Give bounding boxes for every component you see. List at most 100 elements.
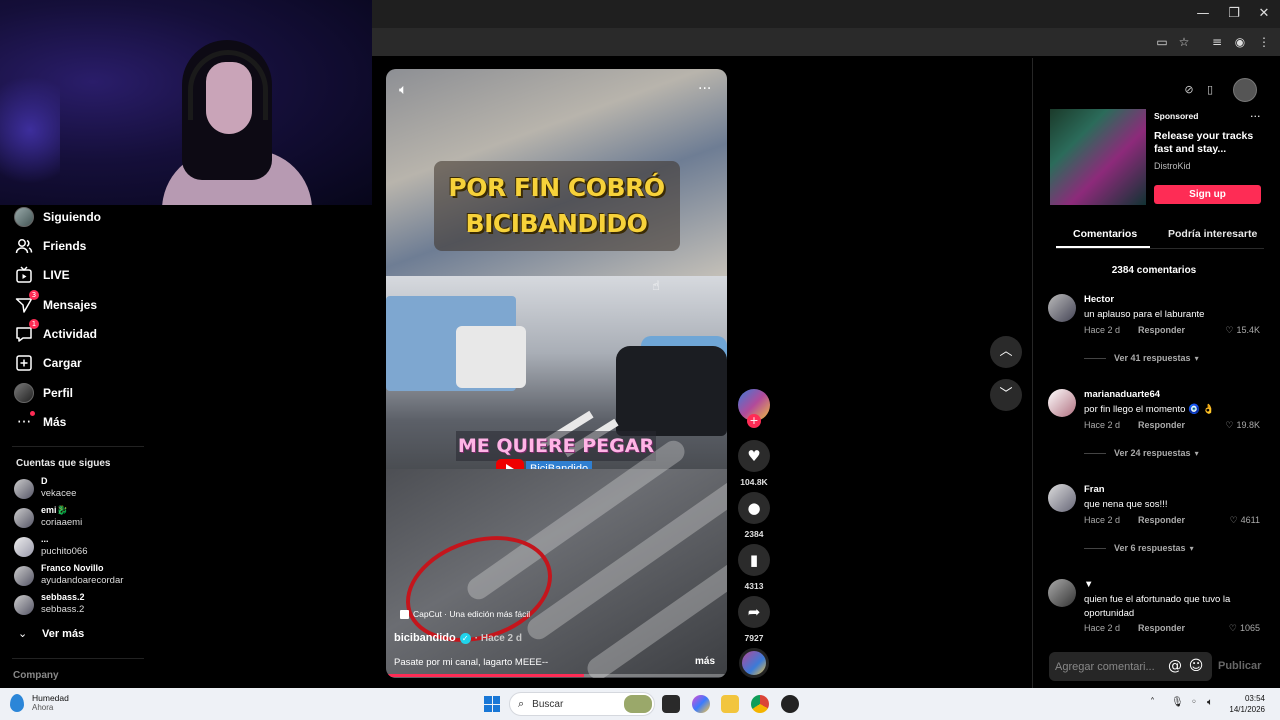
microphone-icon[interactable]: 🎙︎: [1171, 697, 1184, 708]
following-account[interactable]: ... puchito066: [14, 534, 154, 560]
ad-thumbnail[interactable]: [1050, 109, 1146, 205]
nav-label: Siguiendo: [43, 210, 101, 224]
browser-profile-icon[interactable]: ◉: [1231, 33, 1249, 51]
company-link[interactable]: Company: [13, 670, 59, 681]
publish-button[interactable]: Publicar: [1218, 660, 1261, 672]
avatar[interactable]: [1048, 389, 1076, 417]
tab-comments[interactable]: Comentarios: [1073, 228, 1137, 240]
view-replies-button[interactable]: Ver 6 respuestas ▾: [1084, 543, 1194, 553]
system-clock[interactable]: 03:54 14/1/2026: [1225, 693, 1265, 715]
comment-username[interactable]: marianaduarte64: [1084, 389, 1160, 400]
nav-perfil[interactable]: Perfil: [14, 382, 73, 404]
comment-username[interactable]: ▼: [1084, 579, 1093, 590]
comment-count: 2384 comentarios: [1111, 265, 1197, 276]
like-count: 104.8K: [740, 477, 768, 487]
messages-icon: 3: [14, 290, 39, 315]
chrome-icon[interactable]: [751, 695, 769, 713]
comment-like-button[interactable]: ♡ 15.4K: [1225, 325, 1260, 336]
windows-start-icon[interactable]: [484, 696, 500, 712]
chevron-down-icon: ⌄: [18, 627, 28, 640]
follow-plus-icon[interactable]: +: [747, 414, 761, 428]
network-icon[interactable]: ◦: [1191, 697, 1197, 708]
nav-live[interactable]: LIVE: [14, 264, 70, 286]
following-account[interactable]: sebbass.2 sebbass.2: [14, 592, 154, 618]
following-account[interactable]: Franco Novillo ayudandoarecordar: [14, 563, 154, 589]
minimize-button[interactable]: —: [1188, 4, 1218, 24]
reply-button[interactable]: Responder: [1138, 325, 1185, 335]
video-player[interactable]: POR FIN COBRÓ BICIBANDIDO ME QUIERE PEGA…: [386, 69, 727, 678]
live-icon: [14, 265, 34, 285]
comment-like-count: 4611: [1240, 515, 1260, 525]
comment-like-button[interactable]: ♡ 4611: [1230, 515, 1260, 526]
ad-more-icon[interactable]: ···: [1250, 110, 1261, 123]
share-button[interactable]: ➦: [738, 596, 770, 628]
recording-app-icon[interactable]: [781, 695, 799, 713]
comment-username[interactable]: Hector: [1084, 294, 1114, 305]
browser-menu-icon[interactable]: ⋮: [1255, 33, 1273, 51]
comment-username[interactable]: Fran: [1084, 484, 1105, 495]
nav-siguiendo[interactable]: Siguiendo: [14, 206, 101, 228]
avatar[interactable]: [1048, 579, 1076, 607]
avatar[interactable]: [1048, 484, 1076, 512]
volume-tray-icon[interactable]: 🔈︎: [1207, 697, 1213, 708]
comment-like-count: 1065: [1239, 623, 1260, 633]
close-window-button[interactable]: ✕: [1249, 4, 1279, 24]
video-more-icon[interactable]: ···: [698, 81, 711, 97]
nav-cargar[interactable]: Cargar: [14, 352, 82, 374]
save-button[interactable]: ▮: [738, 544, 770, 576]
weather-widget[interactable]: Humedad Ahora: [10, 693, 69, 712]
description-more-button[interactable]: más: [695, 656, 715, 667]
capcut-text: CapCut · Una edición más fácil: [413, 609, 531, 619]
video-caption-line2: BICIBANDIDO: [465, 209, 648, 238]
see-more-button[interactable]: ⌄ Ver más: [18, 627, 84, 640]
user-avatar[interactable]: [1233, 78, 1257, 102]
emoji-icon[interactable]: ☺: [1187, 657, 1205, 675]
video-caption-line1: POR FIN COBRÓ: [448, 173, 665, 202]
nav-friends[interactable]: Friends: [14, 235, 86, 257]
save-count: 4313: [744, 581, 764, 591]
browser-toolbar: ▭ ☆ ≡ ◉ ⋮: [372, 28, 1280, 56]
tray-chevron-icon[interactable]: ˄: [1150, 697, 1155, 708]
following-account[interactable]: emi🐉 coriaaemi: [14, 505, 154, 531]
tab-related[interactable]: Podría interesarte: [1168, 228, 1257, 240]
nav-mas[interactable]: ··· Más: [14, 411, 66, 433]
heart-icon: ♥: [747, 447, 761, 465]
search-placeholder: Buscar: [532, 698, 564, 710]
nav-mensajes[interactable]: 3 Mensajes: [14, 290, 97, 316]
view-replies-label: Ver 41 respuestas: [1114, 353, 1191, 363]
bookmark-star-icon[interactable]: ☆: [1175, 33, 1193, 51]
activity-icon: 1: [14, 319, 39, 344]
author-name[interactable]: bicibandido: [394, 632, 456, 644]
like-button[interactable]: ♥: [738, 440, 770, 472]
compass-icon[interactable]: ⊘: [1179, 80, 1199, 100]
comment-button[interactable]: ●: [738, 492, 770, 524]
task-view-icon[interactable]: [662, 695, 680, 713]
volume-icon[interactable]: 🔈︎: [399, 82, 407, 98]
avatar: [14, 566, 34, 586]
copilot-icon[interactable]: [692, 695, 710, 713]
maximize-button[interactable]: ❐: [1219, 4, 1249, 24]
file-explorer-icon[interactable]: [721, 695, 739, 713]
phone-icon[interactable]: ▯: [1200, 80, 1220, 100]
view-replies-button[interactable]: Ver 24 respuestas ▾: [1084, 448, 1199, 458]
video-progress-bar[interactable]: [386, 674, 727, 677]
capcut-tag[interactable]: CapCut · Una edición más fácil: [400, 609, 530, 619]
comment-time: Hace 2 d: [1084, 623, 1121, 633]
cast-icon[interactable]: ▭: [1153, 33, 1171, 51]
mention-icon[interactable]: @: [1166, 657, 1184, 675]
avatar[interactable]: [1048, 294, 1076, 322]
view-replies-button[interactable]: Ver 41 respuestas ▾: [1084, 353, 1199, 363]
next-video-button[interactable]: ﹀: [990, 379, 1022, 411]
previous-video-button[interactable]: ︿: [990, 336, 1022, 368]
nav-actividad[interactable]: 1 Actividad: [14, 319, 98, 345]
reply-button[interactable]: Responder: [1138, 623, 1185, 633]
music-disc-icon[interactable]: [739, 648, 769, 678]
ad-signup-button[interactable]: Sign up: [1154, 185, 1261, 204]
media-control-icon[interactable]: ≡: [1208, 33, 1226, 51]
comment-like-button[interactable]: ♡ 19.8K: [1225, 420, 1260, 431]
reply-button[interactable]: Responder: [1138, 420, 1185, 430]
following-account[interactable]: D vekacee: [14, 476, 154, 502]
comment-like-button[interactable]: ♡ 1065: [1229, 623, 1260, 634]
nav-label: Actividad: [43, 327, 98, 341]
reply-button[interactable]: Responder: [1138, 515, 1185, 525]
